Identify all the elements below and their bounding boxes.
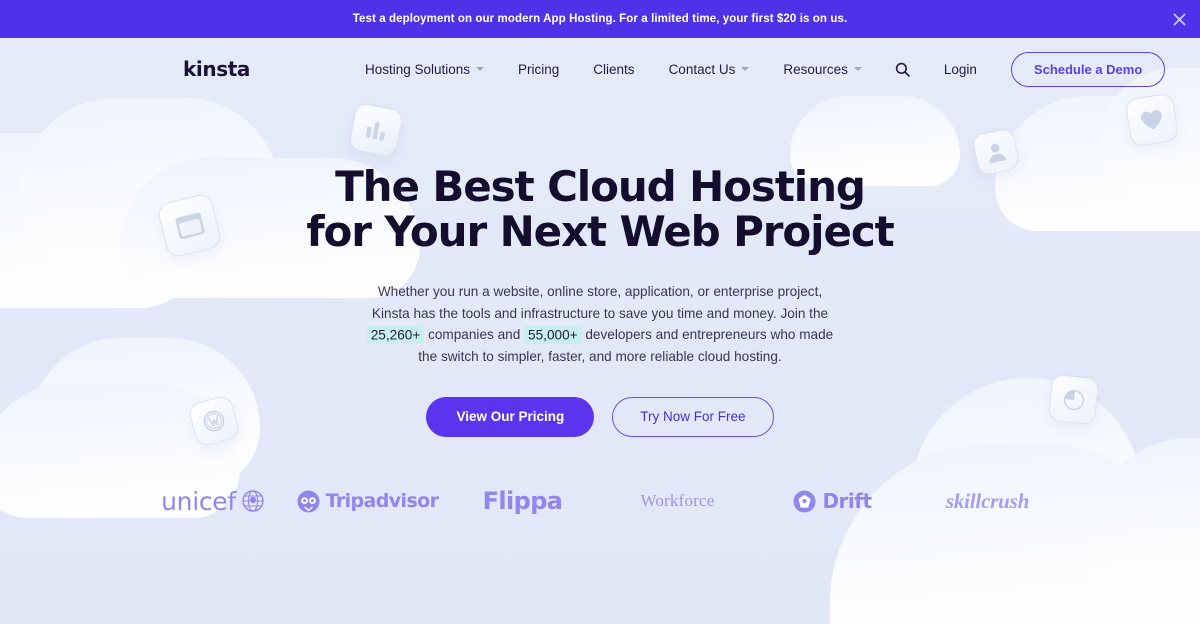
nav-item-label: Clients <box>593 61 635 77</box>
client-logo-flippa[interactable]: Flippa <box>445 484 600 518</box>
search-icon[interactable] <box>879 62 926 77</box>
close-icon[interactable] <box>1166 6 1192 32</box>
hero-subtitle: Whether you run a website, online store,… <box>359 281 841 367</box>
owl-icon <box>297 490 320 513</box>
client-logo-workforce[interactable]: Workforce <box>600 484 755 518</box>
kinsta-logo[interactable]: Kinsta <box>183 57 250 81</box>
login-link[interactable]: Login <box>926 62 995 77</box>
client-logo-label: Flippa <box>482 487 563 515</box>
client-logo-label: unicef <box>161 486 236 516</box>
nav-item-resources[interactable]: Resources <box>766 62 879 77</box>
hero-cta-group: View Our Pricing Try Now For Free <box>0 397 1200 437</box>
hero-section: The Best Cloud Hosting for Your Next Web… <box>0 100 1200 437</box>
client-logo-label: Drift <box>822 489 872 513</box>
schedule-demo-button[interactable]: Schedule a Demo <box>1010 51 1166 87</box>
nav-item-label: Contact Us <box>668 61 736 77</box>
promo-banner: Test a deployment on our modern App Host… <box>0 0 1200 38</box>
client-logo-skillcrush[interactable]: skillcrush <box>910 484 1065 518</box>
main-navigation: Kinsta Hosting Solutions Pricing Clients… <box>0 38 1200 100</box>
nav-item-pricing[interactable]: Pricing <box>501 62 576 77</box>
client-logo-label: skillcrush <box>945 488 1030 513</box>
client-logo-label: Workforce <box>640 491 715 510</box>
globe-icon <box>242 490 264 512</box>
nav-links: Hosting Solutions Pricing Clients Contac… <box>348 62 879 77</box>
try-free-button[interactable]: Try Now For Free <box>612 397 774 437</box>
client-logo-tripadvisor[interactable]: Tripadvisor <box>290 484 445 518</box>
cloud-shape <box>830 443 1200 624</box>
nav-item-label: Pricing <box>518 61 560 77</box>
client-logo-drift[interactable]: Drift <box>755 484 910 518</box>
client-logos: unicef Tripadvisor Flippa Workforce Drif… <box>0 484 1200 518</box>
hero-title-line-1: The Best Cloud Hosting <box>335 162 866 211</box>
drift-icon <box>793 490 816 513</box>
nav-item-label: Hosting Solutions <box>364 61 471 77</box>
chevron-down-icon <box>476 67 485 71</box>
stat-companies: 25,260+ <box>366 325 425 344</box>
chevron-down-icon <box>853 67 862 71</box>
nav-item-contact-us[interactable]: Contact Us <box>652 62 767 77</box>
client-logo-label: Tripadvisor <box>325 490 439 512</box>
view-pricing-button[interactable]: View Our Pricing <box>426 397 595 437</box>
nav-actions: Login Schedule a Demo <box>879 51 1166 87</box>
page-title: The Best Cloud Hosting for Your Next Web… <box>0 164 1200 254</box>
chevron-down-icon <box>741 67 750 71</box>
kinsta-logo-text: Kinsta <box>183 57 250 81</box>
client-logo-unicef[interactable]: unicef <box>135 484 290 518</box>
hero-subtitle-part-2: companies and <box>428 327 521 342</box>
promo-banner-text: Test a deployment on our modern App Host… <box>352 13 848 25</box>
nav-item-hosting-solutions[interactable]: Hosting Solutions <box>348 62 501 77</box>
hero-subtitle-part-1: Whether you run a website, online store,… <box>371 284 829 321</box>
nav-item-clients[interactable]: Clients <box>576 62 651 77</box>
stat-developers: 55,000+ <box>524 325 582 344</box>
cloud-shape <box>1090 438 1200 598</box>
page-root: Test a deployment on our modern App Host… <box>0 0 1200 624</box>
nav-item-label: Resources <box>783 61 848 77</box>
hero-title-line-2: for Your Next Web Project <box>306 207 894 256</box>
